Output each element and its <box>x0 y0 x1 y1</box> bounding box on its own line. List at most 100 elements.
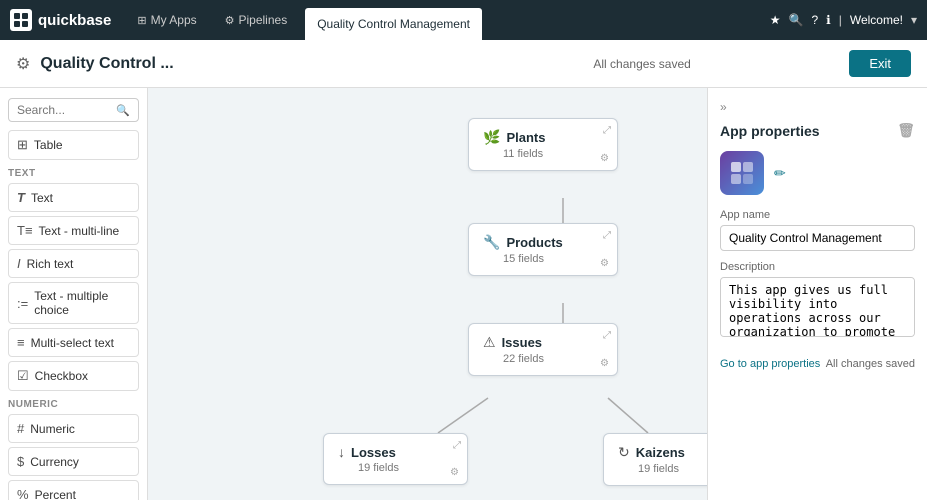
expand-icon[interactable]: ⤢ <box>603 125 611 136</box>
sidebar-item-percent[interactable]: % Percent <box>8 480 139 500</box>
panel-footer: Go to app properties All changes saved <box>720 358 915 370</box>
text-choice-icon: := <box>17 296 28 311</box>
issues-icon: ⚠ <box>483 334 496 351</box>
sidebar-item-text-choice[interactable]: := Text - multiple choice <box>8 282 139 324</box>
currency-icon: $ <box>17 454 24 469</box>
save-status: All changes saved <box>445 57 840 71</box>
kaizens-icon: ↻ <box>618 444 630 461</box>
my-apps-nav[interactable]: ⊞ My Apps <box>127 9 206 31</box>
node-kaizens-header: ↻ Kaizens <box>618 444 707 461</box>
search-box[interactable]: 🔍 <box>8 98 139 122</box>
section-numeric-label: NUMERIC <box>8 399 139 410</box>
exit-button[interactable]: Exit <box>849 50 911 77</box>
right-panel: » App properties 🗑 ✏ App name Descriptio… <box>707 88 927 500</box>
star-icon[interactable]: ★ <box>770 13 781 27</box>
text-multiline-icon: T≡ <box>17 223 33 238</box>
panel-toggle[interactable]: » <box>720 100 915 114</box>
node-losses-header: ↓ Losses <box>338 444 453 460</box>
logo: quickbase <box>10 9 111 31</box>
issues-settings-icon[interactable]: ⚙ <box>600 358 609 369</box>
nav-right: ★ 🔍 ? ℹ | Welcome! ▾ <box>770 13 917 27</box>
help-icon[interactable]: ? <box>811 13 818 27</box>
node-products-header: 🔧 Products <box>483 234 603 251</box>
left-sidebar: 🔍 ⊞ Table TEXT T Text T≡ Text - multi-li… <box>0 88 148 500</box>
search-icon: 🔍 <box>116 104 130 117</box>
node-issues-header: ⚠ Issues <box>483 334 603 351</box>
products-settings-icon[interactable]: ⚙ <box>600 258 609 269</box>
table-label: Table <box>34 138 63 152</box>
edit-icon[interactable]: ✏ <box>774 165 786 182</box>
settings-icon[interactable]: ⚙ <box>16 54 30 74</box>
percent-icon: % <box>17 487 29 500</box>
node-products-corner: ⤢ <box>603 230 611 241</box>
kaizens-fields: 19 fields <box>638 463 707 475</box>
section-text-label: TEXT <box>8 168 139 179</box>
app-name-label: App name <box>720 209 915 221</box>
plants-title: Plants <box>506 130 545 145</box>
sidebar-item-checkbox[interactable]: ☑ Checkbox <box>8 361 139 391</box>
app-logo[interactable] <box>720 151 764 195</box>
delete-icon[interactable]: 🗑 <box>897 122 915 139</box>
panel-title-text: App properties <box>720 123 820 139</box>
losses-fields: 19 fields <box>358 462 453 474</box>
products-icon: 🔧 <box>483 234 500 251</box>
node-losses[interactable]: ⤢ ↓ Losses 19 fields ⚙ <box>323 433 468 485</box>
products-fields: 15 fields <box>503 253 603 265</box>
multiselect-icon: ≡ <box>17 335 25 350</box>
panel-saved-status: All changes saved <box>826 358 915 370</box>
sidebar-item-currency[interactable]: $ Currency <box>8 447 139 476</box>
sidebar-item-text[interactable]: T Text <box>8 183 139 212</box>
panel-title-row: App properties 🗑 <box>720 122 915 139</box>
products-title: Products <box>506 235 562 250</box>
search-icon[interactable]: 🔍 <box>789 13 804 27</box>
search-input[interactable] <box>17 103 112 117</box>
header-bar: ⚙ Quality Control ... All changes saved … <box>0 40 927 88</box>
my-apps-label: My Apps <box>151 13 197 27</box>
node-products[interactable]: ⤢ 🔧 Products 15 fields ⚙ <box>468 223 618 276</box>
sidebar-item-numeric[interactable]: # Numeric <box>8 414 139 443</box>
checkbox-icon: ☑ <box>17 368 29 384</box>
losses-icon: ↓ <box>338 444 345 460</box>
node-issues-corner: ⤢ <box>603 330 611 341</box>
info-icon[interactable]: ℹ <box>826 13 831 27</box>
description-label: Description <box>720 261 915 273</box>
node-issues[interactable]: ⤢ ⚠ Issues 22 fields ⚙ <box>468 323 618 376</box>
plants-icon: 🌿 <box>483 129 500 146</box>
issues-fields: 22 fields <box>503 353 603 365</box>
sidebar-item-table[interactable]: ⊞ Table <box>8 130 139 160</box>
logo-text: quickbase <box>38 12 111 29</box>
node-plants[interactable]: ⤢ 🌿 Plants 11 fields ⚙ <box>468 118 618 171</box>
expand-icon[interactable]: ⤢ <box>603 230 611 241</box>
numeric-icon: # <box>17 421 24 436</box>
expand-icon[interactable]: ⤢ <box>453 440 461 451</box>
top-nav: quickbase ⊞ My Apps ⚙ Pipelines Quality … <box>0 0 927 40</box>
sidebar-item-text-multiline[interactable]: T≡ Text - multi-line <box>8 216 139 245</box>
expand-icon[interactable]: ⤢ <box>603 330 611 341</box>
app-properties-link[interactable]: Go to app properties <box>720 358 820 370</box>
pipelines-label: Pipelines <box>239 13 288 27</box>
losses-title: Losses <box>351 445 396 460</box>
app-name-input[interactable] <box>720 225 915 251</box>
issues-title: Issues <box>502 335 542 350</box>
node-losses-corner: ⤢ <box>453 440 461 451</box>
sidebar-item-multiselect[interactable]: ≡ Multi-select text <box>8 328 139 357</box>
node-kaizens[interactable]: ⤢ ↻ Kaizens 19 fields ⚙ <box>603 433 707 486</box>
logo-icon <box>10 9 32 31</box>
description-textarea[interactable]: This app gives us full visibility into o… <box>720 277 915 337</box>
active-tab[interactable]: Quality Control Management <box>305 8 482 40</box>
plants-fields: 11 fields <box>503 148 603 160</box>
rich-text-icon: I <box>17 256 21 271</box>
node-plants-header: 🌿 Plants <box>483 129 603 146</box>
text-icon: T <box>17 190 25 205</box>
table-icon: ⊞ <box>17 137 28 153</box>
sidebar-item-rich-text[interactable]: I Rich text <box>8 249 139 278</box>
plants-settings-icon[interactable]: ⚙ <box>600 153 609 164</box>
kaizens-title: Kaizens <box>636 445 685 460</box>
canvas: ⤢ 🌿 Plants 11 fields ⚙ ⤢ 🔧 Products 15 f… <box>148 88 707 500</box>
node-plants-corner: ⤢ <box>603 125 611 136</box>
app-icon-area: ✏ <box>720 151 915 195</box>
pipelines-nav[interactable]: ⚙ Pipelines <box>215 9 298 31</box>
losses-settings-icon[interactable]: ⚙ <box>450 467 459 478</box>
main-content: 🔍 ⊞ Table TEXT T Text T≡ Text - multi-li… <box>0 88 927 500</box>
page-title: Quality Control ... <box>40 55 435 73</box>
